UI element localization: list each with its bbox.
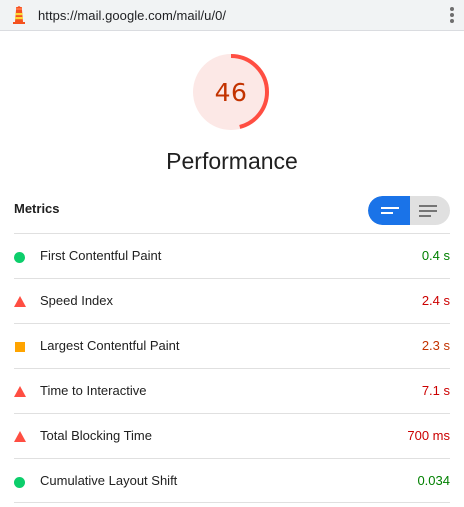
compact-view-icon[interactable] xyxy=(368,196,410,225)
metric-value: 0.034 xyxy=(417,473,450,488)
metric-value: 2.3 s xyxy=(421,338,450,353)
url-bar: https://mail.google.com/mail/u/0/ xyxy=(0,0,464,31)
url-text: https://mail.google.com/mail/u/0/ xyxy=(38,8,227,23)
category-title: Performance xyxy=(166,148,298,174)
metric-row: Time to Interactive 7.1 s xyxy=(14,368,450,413)
metric-value: 2.4 s xyxy=(421,293,450,308)
metric-value: 700 ms xyxy=(407,428,450,443)
metric-value: 0.4 s xyxy=(421,248,450,263)
metric-value: 7.1 s xyxy=(421,383,450,398)
metric-row: Cumulative Layout Shift 0.034 xyxy=(14,458,450,503)
metric-row: First Contentful Paint 0.4 s xyxy=(14,233,450,278)
lighthouse-icon xyxy=(13,6,25,24)
score-gauge: 46 xyxy=(191,52,271,132)
metric-name: Cumulative Layout Shift xyxy=(40,473,178,488)
metric-name: First Contentful Paint xyxy=(40,248,162,263)
metrics-heading: Metrics xyxy=(14,201,60,216)
metric-name: Speed Index xyxy=(40,293,114,308)
score-value: 46 xyxy=(214,77,248,107)
metric-name: Time to Interactive xyxy=(40,383,147,398)
metric-name: Total Blocking Time xyxy=(40,428,152,443)
more-options-icon[interactable] xyxy=(449,7,455,25)
metrics-view-toggle[interactable] xyxy=(368,196,450,225)
metric-row: Speed Index 2.4 s xyxy=(14,278,450,323)
metric-name: Largest Contentful Paint xyxy=(40,338,180,353)
fail-triangle-icon xyxy=(14,296,26,307)
metric-row: Largest Contentful Paint 2.3 s xyxy=(14,323,450,368)
average-square-icon xyxy=(15,342,25,352)
fail-triangle-icon xyxy=(14,431,26,442)
pass-circle-icon xyxy=(14,252,25,263)
metric-row: Total Blocking Time 700 ms xyxy=(14,413,450,458)
fail-triangle-icon xyxy=(14,386,26,397)
pass-circle-icon xyxy=(14,477,25,488)
metrics-list: First Contentful Paint 0.4 s Speed Index… xyxy=(14,233,450,503)
